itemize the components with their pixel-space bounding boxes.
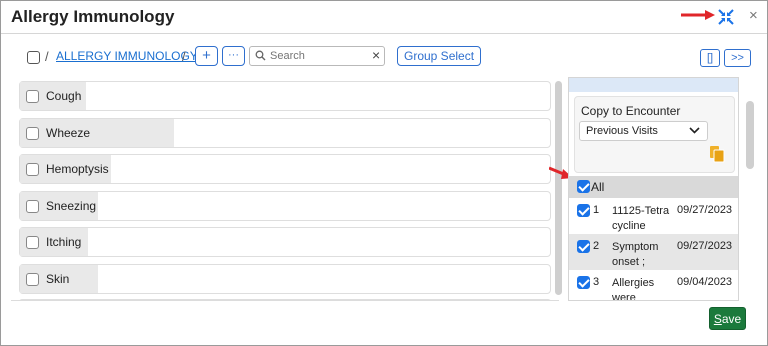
copy-to-encounter-card: Copy to Encounter Previous Visits <box>574 96 735 173</box>
all-label: All <box>591 180 605 194</box>
visit-description: Allergies were <box>612 277 655 301</box>
collapse-panel-button[interactable]: [] <box>700 49 720 67</box>
breadcrumb-separator: / <box>182 49 186 64</box>
list-item[interactable]: Skin rash <box>19 264 551 301</box>
visit-description: Symptom onset ; <box>612 241 659 268</box>
copy-panel: Copy to Encounter Previous Visits All 1 … <box>568 77 739 301</box>
symptom-checkbox[interactable] <box>26 90 39 103</box>
group-select-button[interactable]: Group Select <box>397 46 482 66</box>
search-icon <box>255 50 266 61</box>
chevron-down-icon <box>689 127 700 134</box>
visit-source-select[interactable]: Previous Visits <box>579 121 708 141</box>
dialog-title: Allergy Immunology <box>11 7 175 26</box>
visit-number: 3 <box>593 276 600 288</box>
visit-number: 2 <box>593 240 600 252</box>
visit-date: 09/27/2023 <box>677 240 733 252</box>
divider <box>11 300 559 301</box>
search-box: × <box>249 46 385 66</box>
visit-date: 09/27/2023 <box>677 204 733 216</box>
select-all-row[interactable]: All <box>569 176 738 198</box>
list-item[interactable]: Itching <box>19 227 551 257</box>
visit-description: 11125-Tetracycline <box>612 205 670 232</box>
symptom-checkbox[interactable] <box>26 273 39 286</box>
panel-scrollbar[interactable] <box>746 101 754 169</box>
list-item[interactable]: Sneezing <box>19 191 551 221</box>
save-accesskey: S <box>713 312 722 326</box>
breadcrumb-separator: / <box>45 49 49 64</box>
title-bar: Allergy Immunology × <box>1 1 767 34</box>
visit-source-value: Previous Visits <box>586 125 658 137</box>
panel-header <box>569 78 738 92</box>
symptom-checkbox[interactable] <box>26 200 39 213</box>
visit-row[interactable]: 3 Allergies were 09/04/2023 <box>569 270 738 301</box>
list-item[interactable]: Cough <box>19 81 551 111</box>
visit-row[interactable]: 1 11125-Tetracycline 09/27/2023 <box>569 198 738 234</box>
list-item[interactable]: Wheeze (Breathlessness) <box>19 118 551 168</box>
symptom-list: Cough Wheeze (Breathlessness) Hemoptysis… <box>19 79 553 301</box>
save-label-rest: ave <box>721 312 742 326</box>
symptom-label: Wheeze (Breathlessness) <box>20 119 174 168</box>
allergy-immunology-dialog: Allergy Immunology × / ALLERGY IMMUNOLOG… <box>0 0 768 346</box>
list-scrollbar[interactable] <box>555 81 562 295</box>
clear-search-icon[interactable]: × <box>372 47 380 63</box>
symptom-checkbox[interactable] <box>26 236 39 249</box>
symptom-checkbox[interactable] <box>26 163 39 176</box>
paste-icon[interactable] <box>709 145 725 163</box>
symptom-checkbox[interactable] <box>26 127 39 140</box>
next-button[interactable]: >> <box>724 49 751 67</box>
visit-number: 1 <box>593 204 600 216</box>
toolbar: / ALLERGY IMMUNOLOGY / + ··· × Group Sel… <box>1 45 767 69</box>
visit-checkbox[interactable] <box>577 204 590 217</box>
search-input[interactable] <box>268 48 368 64</box>
select-all-checkbox[interactable] <box>27 51 40 64</box>
more-options-button[interactable]: ··· <box>222 46 245 66</box>
visit-date: 09/04/2023 <box>677 276 733 288</box>
visit-row[interactable]: 2 Symptom onset ; 09/27/2023 <box>569 234 738 270</box>
visit-checkbox[interactable] <box>577 276 590 289</box>
expand-icon[interactable] <box>717 8 735 26</box>
save-button[interactable]: Save <box>709 307 746 330</box>
annotation-arrow-icon <box>681 10 715 20</box>
all-checkbox[interactable] <box>577 180 590 193</box>
close-icon[interactable]: × <box>749 7 758 24</box>
copy-title: Copy to Encounter <box>581 104 681 118</box>
list-item[interactable]: Hemoptysis <box>19 154 551 184</box>
breadcrumb-link[interactable]: ALLERGY IMMUNOLOGY <box>56 49 198 63</box>
add-button[interactable]: + <box>195 46 218 66</box>
visit-checkbox[interactable] <box>577 240 590 253</box>
